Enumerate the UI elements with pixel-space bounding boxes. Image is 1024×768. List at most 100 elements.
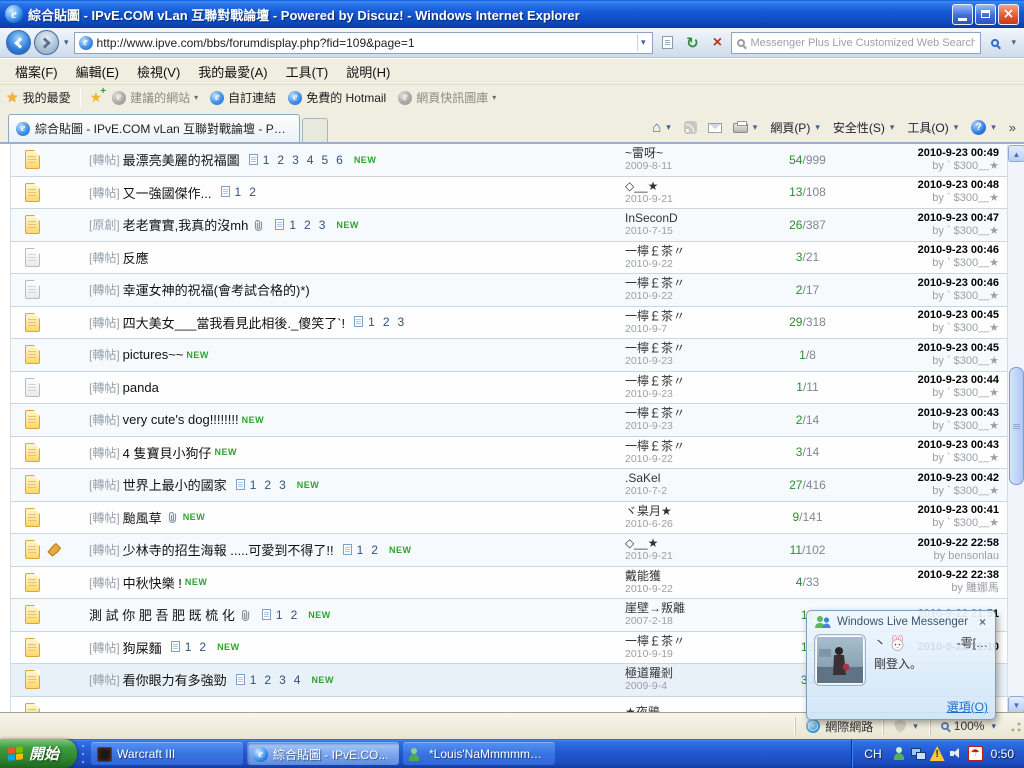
stop-button[interactable]: × — [706, 32, 728, 54]
thread-row[interactable]: [轉帖] 四大美女___當我看見此相後._傻笑了`! 123 一檸￡茶〃 201… — [11, 307, 1007, 340]
back-button[interactable] — [6, 30, 31, 55]
language-indicator[interactable]: CH — [860, 746, 885, 762]
msn-status-icon[interactable] — [892, 746, 907, 761]
thread-title-link[interactable]: 少林寺的招生海報 .....可愛到不得了!! — [123, 540, 334, 559]
thread-author-link[interactable]: 極道羅剎 — [625, 666, 760, 680]
scroll-down-button[interactable]: ▼ — [1008, 696, 1024, 713]
thread-title-link[interactable]: 老老實實,我真的沒mh — [123, 215, 249, 234]
thread-author-link[interactable]: 一檸￡茶〃 — [625, 634, 760, 648]
thread-author-link[interactable]: 一檸￡茶〃 — [625, 244, 760, 258]
page-number-link[interactable]: 5 — [321, 153, 328, 167]
thread-title-link[interactable]: 反應 — [123, 248, 149, 267]
menu-item[interactable]: 說明(H) — [337, 60, 399, 83]
avatar[interactable] — [814, 634, 866, 686]
thread-title-link[interactable]: 測 試 你 肥 吾 肥 既 梳 化 — [89, 605, 235, 624]
thread-row[interactable]: [轉帖] 颱風草 NEW ヾ臬月★ 2010-6-26 9 / 141 2010… — [11, 502, 1007, 535]
thread-author-link[interactable]: 崖壁→叛離 — [625, 601, 760, 615]
page-number-link[interactable]: 1 — [250, 673, 257, 687]
lastpost-author-link[interactable]: by 雕娜馬 — [951, 582, 999, 595]
search-options-dropdown-icon[interactable]: ▾ — [1009, 37, 1018, 48]
scroll-thumb[interactable] — [1009, 367, 1024, 485]
thread-title-link[interactable]: 世界上最小的國家 — [123, 475, 227, 494]
favorites-bar-link[interactable]: e 自訂連結 ▾ — [204, 87, 282, 108]
thread-title-link[interactable]: 四大美女___當我看見此相後._傻笑了`! — [123, 313, 345, 332]
search-box[interactable]: Messenger Plus Live Customized Web Searc… — [731, 32, 981, 54]
home-button[interactable]: ⌂▾ — [648, 117, 677, 138]
taskbar-task[interactable]: Warcraft III — [91, 742, 243, 765]
new-tab-stub[interactable] — [302, 118, 328, 142]
thread-title-link[interactable]: 颱風草 — [123, 508, 162, 527]
lastpost-author-link[interactable]: by bensonlau — [934, 550, 999, 563]
thread-row[interactable]: [原創] 老老實實,我真的沒mh 123 NEW InSeconD 2010-7… — [11, 209, 1007, 242]
start-button[interactable]: 開始 — [0, 739, 77, 768]
page-number-link[interactable]: 3 — [319, 218, 326, 232]
page-number-link[interactable]: 1 — [263, 153, 270, 167]
lastpost-author-link[interactable]: by ` $300﹏★ — [932, 420, 999, 433]
search-go-button[interactable] — [984, 32, 1006, 54]
feeds-button[interactable] — [680, 119, 701, 136]
favorites-bar-link[interactable]: e 網頁快訊圖庫 ▾ — [392, 87, 502, 108]
menu-item[interactable]: 檔案(F) — [6, 60, 67, 83]
lastpost-author-link[interactable]: by ` $300﹏★ — [932, 290, 999, 303]
print-button[interactable]: ▾ — [729, 120, 764, 135]
thread-row[interactable]: [轉帖] 世界上最小的國家 123 NEW .SaKel 2010-7-2 27… — [11, 469, 1007, 502]
lastpost-author-link[interactable]: by ` $300﹏★ — [932, 192, 999, 205]
page-number-link[interactable]: 1 — [368, 315, 375, 329]
thread-title-link[interactable]: 幸運女神的祝福(會考試合格的)*) — [123, 280, 310, 299]
thread-row[interactable]: [轉帖] 4 隻寶貝小狗仔 NEW 一檸￡茶〃 2010-9-22 3 / 14… — [11, 437, 1007, 470]
page-number-link[interactable]: 2 — [371, 543, 378, 557]
menu-item[interactable]: 工具(T) — [277, 60, 338, 83]
page-number-link[interactable]: 2 — [304, 218, 311, 232]
thread-row[interactable]: [轉帖] pictures~~ NEW 一檸￡茶〃 2010-9-23 1 / … — [11, 339, 1007, 372]
thread-author-link[interactable]: ◇__★ — [625, 179, 760, 193]
safety-menu-button[interactable]: 安全性(S)▾ — [829, 117, 901, 138]
page-number-link[interactable]: 1 — [235, 185, 242, 199]
thread-author-link[interactable]: ヾ臬月★ — [625, 504, 760, 518]
thread-author-link[interactable]: 一檸￡茶〃 — [625, 406, 760, 420]
page-number-link[interactable]: 2 — [277, 153, 284, 167]
page-number-link[interactable]: 3 — [398, 315, 405, 329]
lastpost-author-link[interactable]: by ` $300﹏★ — [932, 452, 999, 465]
page-number-link[interactable]: 2 — [264, 673, 271, 687]
thread-author-link[interactable]: 一檸￡茶〃 — [625, 341, 760, 355]
page-number-link[interactable]: 1 — [276, 608, 283, 622]
recent-pages-dropdown-icon[interactable]: ▾ — [62, 37, 71, 48]
restore-button[interactable] — [975, 4, 996, 25]
thread-title-link[interactable]: 4 隻寶貝小狗仔 — [123, 443, 212, 462]
volume-icon[interactable] — [949, 746, 964, 761]
options-link[interactable]: 選項(O) — [947, 700, 988, 714]
refresh-button[interactable]: ↻ — [681, 32, 703, 54]
thread-author-link[interactable]: ◇__★ — [625, 536, 760, 550]
page-number-link[interactable]: 2 — [291, 608, 298, 622]
mail-button[interactable] — [704, 121, 726, 135]
tab-active[interactable]: e 綜合貼圖 - IPvE.COM vLan 互聯對戰論壇 - Powere..… — [8, 114, 300, 142]
thread-author-link[interactable]: .SaKel — [625, 471, 760, 485]
network-icon[interactable] — [911, 746, 926, 761]
thread-title-link[interactable]: 又一強國傑作... — [123, 183, 212, 202]
thread-title-link[interactable]: 中秋快樂 ! — [123, 573, 182, 592]
thread-title-link[interactable]: very cute's dog!!!!!!!! — [123, 412, 239, 427]
address-dropdown-icon[interactable]: ▾ — [637, 34, 649, 51]
thread-row[interactable]: [轉帖] 又一強國傑作... 12 ◇__★ 2010-9-21 13 / 10… — [11, 177, 1007, 210]
page-number-link[interactable]: 2 — [264, 478, 271, 492]
thread-row[interactable]: [轉帖] very cute's dog!!!!!!!! NEW 一檸￡茶〃 2… — [11, 404, 1007, 437]
page-number-link[interactable]: 6 — [336, 153, 343, 167]
help-button[interactable]: ?▾ — [967, 118, 1002, 137]
page-number-link[interactable]: 4 — [307, 153, 314, 167]
menu-item[interactable]: 檢視(V) — [128, 60, 189, 83]
lastpost-author-link[interactable]: by ` $300﹏★ — [932, 322, 999, 335]
vertical-scrollbar[interactable]: ▲ ▼ — [1007, 145, 1024, 713]
lastpost-author-link[interactable]: by ` $300﹏★ — [932, 225, 999, 238]
thread-row[interactable]: [轉帖] 反應 一檸￡茶〃 2010-9-22 3 / 21 2010-9-23… — [11, 242, 1007, 275]
favorites-label[interactable]: 我的最愛 — [23, 89, 71, 106]
page-number-link[interactable]: 3 — [292, 153, 299, 167]
thread-row[interactable]: [轉帖] 最漂亮美麗的祝福圖 123456 NEW ~雷呀~ 2009-8-11… — [11, 144, 1007, 177]
page-number-link[interactable]: 3 — [279, 478, 286, 492]
page-number-link[interactable]: 2 — [249, 185, 256, 199]
page-menu-button[interactable]: 網頁(P)▾ — [766, 117, 826, 138]
favorites-bar-link[interactable]: e 免費的 Hotmail ▾ — [282, 87, 392, 108]
page-number-link[interactable]: 2 — [199, 640, 206, 654]
forward-button[interactable] — [34, 30, 59, 55]
thread-title-link[interactable]: pictures~~ — [123, 347, 184, 362]
compatibility-view-button[interactable] — [656, 32, 678, 54]
